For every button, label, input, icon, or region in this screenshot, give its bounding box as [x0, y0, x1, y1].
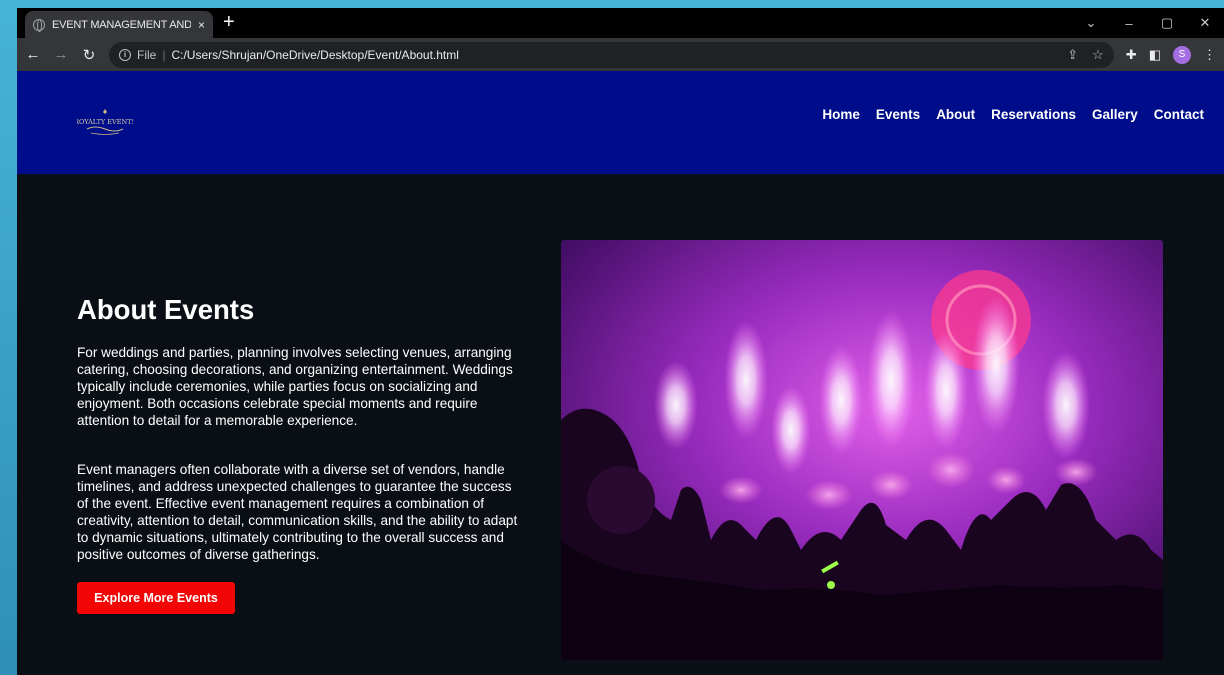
new-tab-button[interactable]: + — [223, 12, 235, 32]
nav-gallery[interactable]: Gallery — [1092, 107, 1138, 122]
about-paragraph-1: For weddings and parties, planning invol… — [77, 345, 513, 428]
omnibox[interactable]: i File | C:/Users/Shrujan/OneDrive/Deskt… — [109, 41, 1114, 68]
nav-contact[interactable]: Contact — [1154, 107, 1204, 122]
nav-events[interactable]: Events — [876, 107, 920, 122]
omnibox-actions: ⇪ ☆ — [1067, 47, 1104, 63]
concert-illustration — [561, 240, 1163, 660]
url-text[interactable]: C:/Users/Shrujan/OneDrive/Desktop/Event/… — [171, 48, 458, 62]
share-icon[interactable]: ⇪ — [1067, 47, 1078, 63]
bookmark-star-icon[interactable]: ☆ — [1092, 47, 1104, 63]
address-bar-row: ← → ↻ i File | C:/Users/Shrujan/OneDrive… — [17, 38, 1224, 71]
tab-title: EVENT MANAGEMENT AND TICKET — [52, 18, 191, 31]
side-panel-icon[interactable]: ◧ — [1149, 47, 1161, 63]
browser-tab[interactable]: EVENT MANAGEMENT AND TICKET × — [25, 11, 213, 38]
forward-arrow-icon[interactable]: → — [53, 46, 69, 63]
nav-reservations[interactable]: Reservations — [991, 107, 1076, 122]
explore-more-events-button[interactable]: Explore More Events — [77, 582, 235, 614]
menu-kebab-icon[interactable]: ⋮ — [1203, 47, 1216, 63]
concert-hero-image — [561, 240, 1163, 660]
about-paragraph-2: Event managers often collaborate with a … — [77, 462, 518, 562]
tab-strip: EVENT MANAGEMENT AND TICKET × + ⌄ – ▢ ✕ — [17, 8, 1224, 38]
info-icon[interactable]: i — [119, 48, 131, 61]
close-window-button[interactable]: ✕ — [1186, 15, 1224, 31]
logo-graphic: ROYALTY EVENTS — [74, 109, 136, 135]
site-logo[interactable]: ROYALTY EVENTS — [74, 106, 136, 138]
file-scheme-label: File — [137, 47, 157, 62]
site-header: ROYALTY EVENTS Home Events About Reserva… — [17, 71, 1224, 174]
close-tab-icon[interactable]: × — [198, 18, 205, 32]
page-title: About Events — [77, 294, 255, 325]
back-arrow-icon[interactable]: ← — [25, 46, 41, 63]
logo-text: ROYALTY EVENTS — [77, 118, 133, 126]
nav-about[interactable]: About — [936, 107, 975, 122]
reload-icon[interactable]: ↻ — [81, 46, 97, 64]
minimize-button[interactable]: – — [1110, 16, 1148, 31]
window-controls: ⌄ – ▢ ✕ — [1072, 8, 1224, 38]
extensions-puzzle-icon[interactable]: ✚ — [1126, 47, 1137, 63]
globe-icon — [33, 18, 45, 32]
restore-button[interactable]: ▢ — [1148, 15, 1186, 31]
nav-home[interactable]: Home — [822, 107, 860, 122]
toolbar-actions: ✚ ◧ S ⋮ — [1126, 45, 1216, 64]
tab-search-icon[interactable]: ⌄ — [1072, 15, 1110, 31]
web-page: ROYALTY EVENTS Home Events About Reserva… — [17, 71, 1224, 675]
browser-window: EVENT MANAGEMENT AND TICKET × + ⌄ – ▢ ✕ … — [17, 8, 1224, 675]
main-nav: Home Events About Reservations Gallery C… — [822, 107, 1204, 122]
profile-avatar[interactable]: S — [1173, 45, 1191, 64]
omnibox-divider: | — [162, 47, 166, 62]
